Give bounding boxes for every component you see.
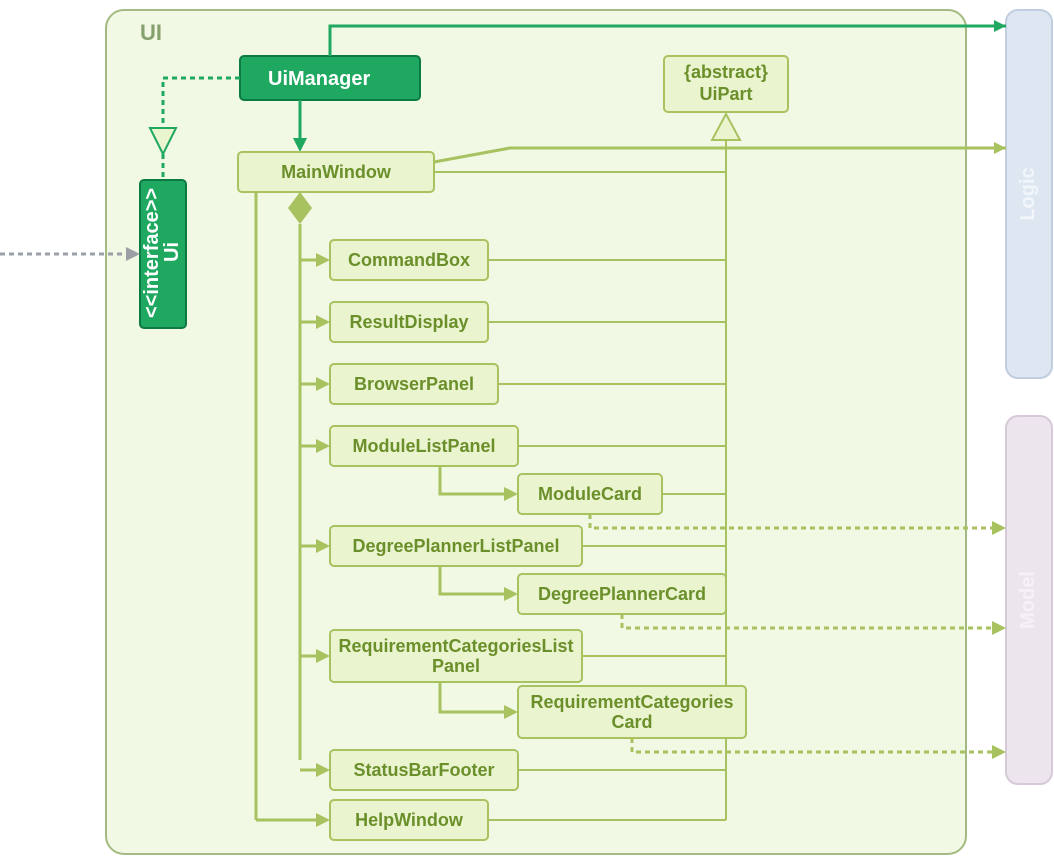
arrowhead-reqcatcard-model	[992, 745, 1006, 759]
helpwindow-label: HelpWindow	[355, 810, 464, 830]
statusbarfooter-label: StatusBarFooter	[353, 760, 494, 780]
ui-interface-name: Ui	[161, 242, 183, 262]
arrowhead-uimanager-external	[994, 20, 1006, 32]
modulelistpanel-label: ModuleListPanel	[352, 436, 495, 456]
resultdisplay-label: ResultDisplay	[349, 312, 468, 332]
uml-class-diagram: UI Logic Model <<interface>> Ui UiManage…	[0, 0, 1054, 862]
modulecard-label: ModuleCard	[538, 484, 642, 504]
mainwindow-label: MainWindow	[281, 162, 392, 182]
arrowhead-modulecard-model	[992, 521, 1006, 535]
degreeplannercard-label: DegreePlannerCard	[538, 584, 706, 604]
ui-interface-stereotype: <<interface>>	[141, 188, 163, 318]
reqcatlistpanel-label-l1: RequirementCategoriesList	[338, 636, 573, 656]
panel-model-label: Model	[1017, 571, 1039, 629]
uipart-name: UiPart	[699, 84, 752, 104]
browserpanel-label: BrowserPanel	[354, 374, 474, 394]
arrowhead-degreeplannercard-model	[992, 621, 1006, 635]
reqcatcard-label-l2: Card	[611, 712, 652, 732]
package-ui-label: UI	[140, 20, 162, 45]
uipart-stereotype: {abstract}	[684, 62, 768, 82]
reqcatlistpanel-label-l2: Panel	[432, 656, 480, 676]
degreeplannerlistpanel-label: DegreePlannerListPanel	[352, 536, 559, 556]
commandbox-label: CommandBox	[348, 250, 470, 270]
reqcatcard-label-l1: RequirementCategories	[530, 692, 733, 712]
uimanager-label: UiManager	[268, 68, 370, 90]
panel-logic-label: Logic	[1017, 167, 1039, 220]
arrowhead-mainwindow-logic	[994, 142, 1006, 154]
